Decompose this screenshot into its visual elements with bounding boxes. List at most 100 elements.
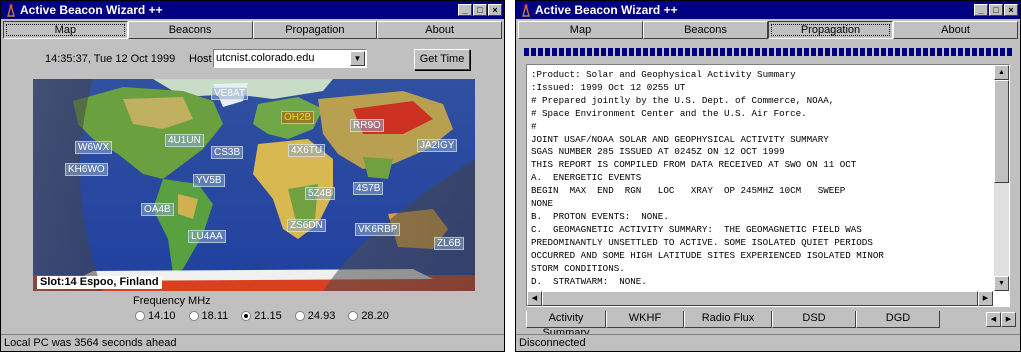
callsign-label[interactable]: W6WX: [75, 141, 113, 154]
radio-label: 24.93: [307, 310, 336, 322]
right-window: Active Beacon Wizard ++ _ □ × Map Beacon…: [515, 0, 1021, 352]
callsign-label[interactable]: 5Z4B: [305, 187, 335, 200]
frequency-option-14-10[interactable]: 14.10: [135, 310, 176, 322]
callsign-label[interactable]: VK6RBP: [355, 223, 401, 236]
radio-selected-icon[interactable]: [241, 311, 252, 321]
radio-label: 28.20: [361, 310, 389, 322]
close-icon[interactable]: ×: [1004, 4, 1018, 16]
frequency-option-24-93[interactable]: 24.93: [294, 310, 336, 322]
report-line: # Space Environment Center and the U.S. …: [531, 107, 807, 119]
scroll-thumb[interactable]: [994, 80, 1009, 183]
minimize-icon[interactable]: _: [458, 4, 472, 16]
tab-map[interactable]: Map: [3, 21, 128, 39]
tab-map[interactable]: Map: [518, 21, 643, 39]
tab-scroll-left-icon[interactable]: ◀: [986, 312, 1001, 327]
report-textbox[interactable]: :Product: Solar and Geophysical Activity…: [526, 64, 1010, 307]
report-line: STORM CONDITIONS.: [531, 262, 625, 274]
callsign-label[interactable]: OA4B: [141, 203, 174, 216]
radio-icon[interactable]: [348, 311, 359, 321]
callsign-label[interactable]: ZL6B: [434, 237, 464, 250]
callsign-label[interactable]: ZS6DN: [287, 219, 326, 232]
tab-dgd[interactable]: DGD: [856, 311, 940, 328]
beacon-tower-icon: [522, 3, 530, 17]
tab-about[interactable]: About: [893, 21, 1018, 39]
scroll-down-icon[interactable]: ▼: [994, 276, 1009, 291]
tab-radio-flux[interactable]: Radio Flux: [684, 311, 772, 328]
callsign-label[interactable]: LU4AA: [188, 230, 226, 243]
window-title: Active Beacon Wizard ++: [535, 3, 678, 17]
get-time-label: Get Time: [419, 53, 465, 65]
tab-propagation[interactable]: Propagation: [768, 21, 893, 39]
radio-icon[interactable]: [188, 311, 199, 321]
callsign-label[interactable]: 4S7B: [353, 182, 384, 195]
tab-beacons[interactable]: Beacons: [127, 21, 253, 39]
frequency-option-18-11[interactable]: 18.11: [188, 310, 229, 322]
callsign-label[interactable]: RR9O: [350, 119, 384, 132]
report-line: NONE: [531, 198, 554, 210]
tab-scroller: ◀ ▶: [986, 312, 1016, 327]
callsign-label[interactable]: 4X6TU: [288, 144, 326, 157]
report-tabs: Activity Summary WKHF Radio Flux DSD DGD…: [526, 310, 1016, 339]
tab-scroll-right-icon[interactable]: ▶: [1001, 312, 1016, 327]
callsign-label[interactable]: VE8AT: [211, 87, 248, 100]
report-line: :Issued: 1999 Oct 12 0255 UT: [531, 81, 686, 93]
slot-label: Slot:14 Espoo, Finland: [37, 276, 162, 289]
tab-propagation[interactable]: Propagation: [252, 21, 378, 39]
callsign-label[interactable]: JA2IGY: [417, 139, 458, 152]
status-text: Local PC was 3564 seconds ahead: [4, 337, 177, 349]
chevron-down-icon[interactable]: ▼: [350, 51, 365, 66]
frequency-option-21-15[interactable]: 21.15: [241, 310, 282, 322]
left-titlebar[interactable]: Active Beacon Wizard ++ _ □ ×: [1, 1, 504, 19]
frequency-option-28-20[interactable]: 28.20: [348, 310, 389, 322]
host-label: Host: [189, 53, 212, 65]
status-text: Disconnected: [519, 337, 586, 349]
callsign-label[interactable]: KH6WO: [65, 163, 108, 176]
scroll-up-icon[interactable]: ▲: [994, 65, 1009, 80]
tab-dsd[interactable]: DSD: [772, 311, 856, 328]
callsign-label[interactable]: 4U1UN: [165, 134, 204, 147]
scroll-right-icon[interactable]: ▶: [978, 291, 993, 306]
tab-about[interactable]: About: [377, 21, 502, 39]
download-progress-bar: [524, 48, 1012, 56]
report-line: BEGIN MAX END RGN LOC XRAY OP 245MHZ 10C…: [531, 185, 846, 197]
time-bar: 14:35:37, Tue 12 Oct 1999 Host utcnist.c…: [1, 44, 504, 74]
scroll-thumb[interactable]: [542, 291, 978, 306]
report-line: THIS REPORT IS COMPILED FROM DATA RECEIV…: [531, 159, 857, 171]
world-map-image: [33, 79, 475, 291]
left-window: Active Beacon Wizard ++ _ □ × Map Beacon…: [0, 0, 505, 352]
host-combobox[interactable]: utcnist.colorado.edu ▼: [213, 49, 367, 68]
horizontal-scrollbar[interactable]: ◀ ▶: [527, 291, 993, 306]
left-status-bar: Local PC was 3564 seconds ahead: [1, 334, 504, 351]
report-line: C. GEOMAGNETIC ACTIVITY SUMMARY: THE GEO…: [531, 223, 862, 235]
tab-beacons[interactable]: Beacons: [643, 21, 768, 39]
maximize-icon[interactable]: □: [989, 4, 1003, 16]
report-line: :Product: Solar and Geophysical Activity…: [531, 69, 796, 80]
get-time-button[interactable]: Get Time: [414, 49, 470, 70]
tab-wkhf[interactable]: WKHF: [606, 311, 684, 328]
radio-icon[interactable]: [135, 311, 145, 321]
right-tabbar: Map Beacons Propagation About: [516, 19, 1020, 40]
report-text: :Product: Solar and Geophysical Activity…: [531, 69, 991, 289]
report-line: JOINT USAF/NOAA SOLAR AND GEOPHYSICAL AC…: [531, 133, 829, 145]
beacon-tower-icon: [7, 3, 15, 17]
callsign-label[interactable]: CS3B: [211, 146, 244, 159]
report-line: # Prepared jointly by the U.S. Dept. of …: [531, 94, 835, 106]
right-titlebar[interactable]: Active Beacon Wizard ++ _ □ ×: [516, 1, 1020, 19]
report-line: A. ENERGETIC EVENTS: [531, 172, 642, 184]
callsign-label[interactable]: YV5B: [193, 174, 225, 187]
host-value: utcnist.colorado.edu: [216, 52, 315, 64]
scroll-left-icon[interactable]: ◀: [527, 291, 542, 306]
frequency-title: Frequency MHz: [133, 295, 211, 307]
radio-label: 18.11: [201, 310, 229, 322]
close-icon[interactable]: ×: [488, 4, 502, 16]
callsign-label-highlighted[interactable]: OH2B: [281, 111, 315, 124]
tab-activity-summary[interactable]: Activity Summary: [526, 310, 606, 339]
maximize-icon[interactable]: □: [473, 4, 487, 16]
right-status-bar: Disconnected: [516, 334, 1020, 351]
radio-label: 21.15: [254, 310, 282, 322]
world-map[interactable]: VE8AT OH2B RR9O JA2IGY W6WX 4U1UN CS3B 4…: [33, 79, 475, 291]
vertical-scrollbar[interactable]: ▲ ▼: [994, 65, 1009, 291]
minimize-icon[interactable]: _: [974, 4, 988, 16]
radio-icon[interactable]: [294, 311, 305, 321]
frequency-options: 14.10 18.11 21.15 24.93 28.20: [135, 310, 389, 322]
